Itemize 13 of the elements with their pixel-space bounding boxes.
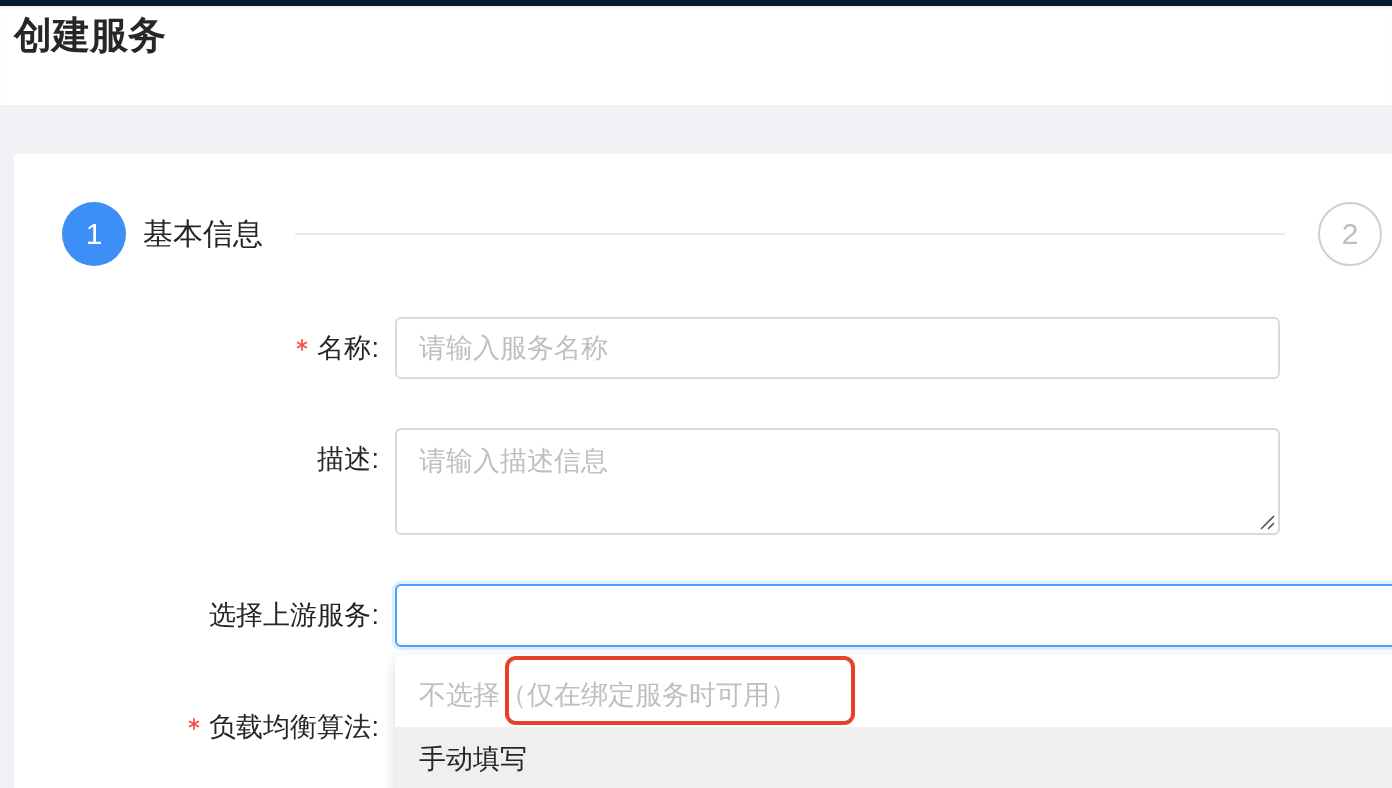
- select-field[interactable]: [395, 584, 1392, 647]
- step-title: 基本信息: [143, 215, 263, 252]
- step-indicator: 2: [1318, 202, 1382, 266]
- resize-grip-icon[interactable]: [1260, 515, 1275, 530]
- field-label: 选择上游服务:: [209, 599, 379, 632]
- field-label: 描述:: [317, 443, 379, 476]
- text-input[interactable]: 请输入服务名称: [395, 317, 1280, 379]
- page-title: 创建服务: [12, 13, 166, 58]
- field-label: 名称:: [317, 332, 379, 365]
- field-label: 负载均衡算法:: [209, 711, 379, 744]
- step-indicator: 1: [62, 202, 126, 266]
- textarea-input[interactable]: 请输入描述信息: [395, 428, 1280, 535]
- dropdown-option[interactable]: 手动填写: [395, 727, 1392, 788]
